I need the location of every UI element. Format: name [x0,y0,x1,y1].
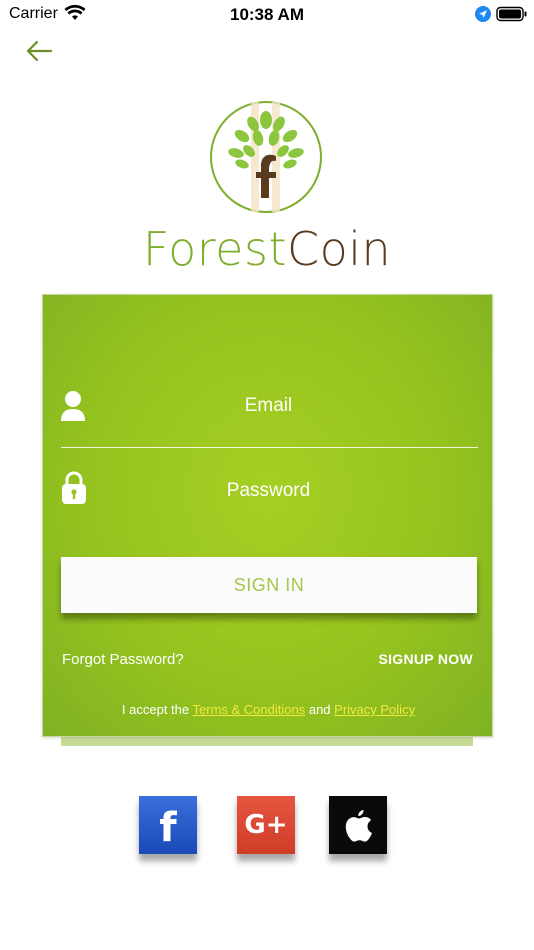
google-plus-login-button[interactable]: G+ [237,796,295,854]
forgot-password-link[interactable]: Forgot Password? [62,651,184,668]
facebook-icon: f [159,805,177,851]
signup-now-link[interactable]: SIGNUP NOW [378,651,473,667]
google-plus-icon: G+ [244,810,288,840]
terms-conditions-link[interactable]: Terms & Conditions [193,702,306,717]
back-arrow-icon[interactable] [24,38,54,64]
facebook-login-button[interactable]: f [139,796,197,854]
forestcoin-logo [210,101,322,213]
password-input[interactable]: Password [43,480,494,502]
terms-text: I accept the Terms & Conditions and Priv… [43,702,494,717]
privacy-policy-link[interactable]: Privacy Policy [334,702,415,717]
apple-login-button[interactable] [329,796,387,854]
battery-icon [496,6,527,22]
field-divider [61,447,478,448]
terms-and: and [305,702,335,717]
apple-icon [345,810,372,842]
brand-name-coin: Coin [286,222,392,276]
clock: 10:38 AM [229,5,304,24]
email-input[interactable]: Email [43,395,494,417]
brand-name-forest: Forest [142,222,287,276]
brand-name: ForestCoin [0,222,534,276]
login-card: Email Password SIGN IN Forgot Password? … [42,294,493,737]
sign-in-button[interactable]: SIGN IN [61,557,477,613]
status-bar: Carrier 10:38 AM [0,0,534,30]
terms-prefix: I accept the [121,702,193,717]
location-icon [475,6,491,22]
